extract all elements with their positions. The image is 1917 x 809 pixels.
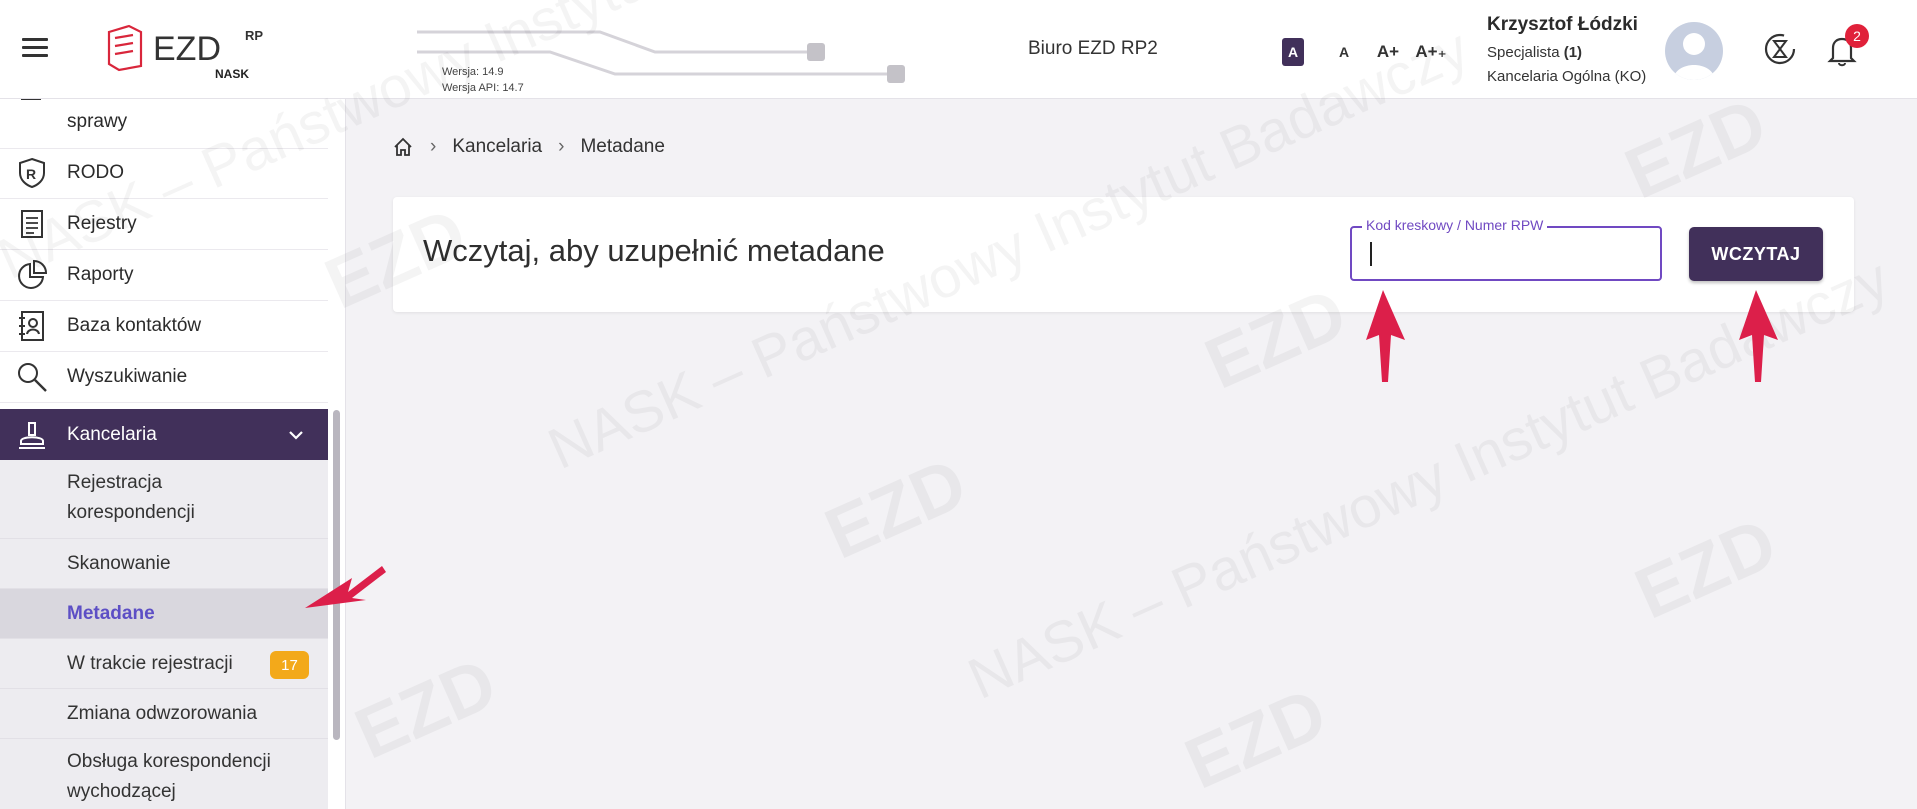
home-icon[interactable] xyxy=(392,136,414,158)
font-size-xlarge-button[interactable]: A+₊ xyxy=(1413,38,1449,66)
breadcrumb: › Kancelaria › Metadane xyxy=(392,136,665,158)
sidebar-subitem-obsluga[interactable]: Obsługa korespondencji wychodzącej xyxy=(0,739,328,809)
load-metadata-card: Wczytaj, aby uzupełnić metadane Kod kres… xyxy=(393,197,1854,312)
document-list-icon xyxy=(16,208,48,240)
svg-text:R: R xyxy=(26,166,36,182)
session-timer-icon[interactable] xyxy=(1763,32,1797,66)
sidebar-item-raporty[interactable]: Raporty xyxy=(0,250,328,301)
font-size-default-button[interactable]: A xyxy=(1282,38,1304,66)
sidebar-item-rejestry[interactable]: Rejestry xyxy=(0,199,328,250)
sidebar-item-label: sprawy xyxy=(67,111,128,132)
chevron-down-icon[interactable] xyxy=(285,424,307,446)
sidebar: sprawy R RODO Rejestry Raporty Baza kont… xyxy=(0,99,346,809)
version-label: Wersja: 14.9 xyxy=(442,66,504,78)
user-silhouette-icon xyxy=(1673,33,1715,80)
sidebar-subitem-label: Obsługa korespondencji xyxy=(67,751,271,772)
watermark-text: EZD xyxy=(1624,503,1788,635)
breadcrumb-item-metadane: Metadane xyxy=(580,136,665,157)
sidebar-item-label: Rejestry xyxy=(67,213,137,234)
page-title: Wczytaj, aby uzupełnić metadane xyxy=(423,233,885,268)
sidebar-item-label: Wyszukiwanie xyxy=(67,366,188,387)
svg-text:NASK: NASK xyxy=(215,67,249,81)
sidebar-item-rodo[interactable]: R RODO xyxy=(0,148,328,199)
sidebar-item-label: Kancelaria xyxy=(67,423,157,445)
svg-text:EZD: EZD xyxy=(153,30,221,68)
sidebar-item-label: Baza kontaktów xyxy=(67,315,202,336)
watermark-text: EZD xyxy=(1174,673,1338,805)
font-size-large-button[interactable]: A+ xyxy=(1373,38,1403,66)
barcode-rpw-input[interactable]: Kod kreskowy / Numer RPW xyxy=(1350,217,1662,281)
search-icon xyxy=(16,361,48,393)
watermark-text: NASK – Państwowy Instytut Badawczy xyxy=(959,246,1898,712)
pie-chart-icon xyxy=(16,259,48,291)
document-icon xyxy=(21,99,41,100)
sidebar-subitem-rejestracja[interactable]: Rejestracja korespondencji xyxy=(0,460,328,539)
hamburger-menu-icon[interactable] xyxy=(22,38,48,60)
shield-r-icon: R xyxy=(16,157,48,189)
breadcrumb-separator: › xyxy=(430,136,437,157)
barcode-rpw-label: Kod kreskowy / Numer RPW xyxy=(1362,217,1548,233)
sidebar-subitem-label: Metadane xyxy=(67,603,155,624)
sidebar-item-label: RODO xyxy=(67,162,124,183)
breadcrumb-separator: › xyxy=(558,136,565,157)
stamp-icon xyxy=(16,419,48,451)
load-button[interactable]: WCZYTAJ xyxy=(1689,227,1823,281)
sidebar-subitem-label: Rejestracja xyxy=(67,472,163,493)
user-role[interactable]: Specjalista (1) xyxy=(1487,44,1582,61)
sidebar-subitem-zmiana[interactable]: Zmiana odwzorowania xyxy=(0,689,328,739)
sidebar-item-partial[interactable]: sprawy xyxy=(0,99,328,149)
api-version-label: Wersja API: 14.7 xyxy=(442,82,524,94)
office-name: Biuro EZD RP2 xyxy=(1028,38,1158,59)
sidebar-subitem-label: Zmiana odwzorowania xyxy=(67,703,258,724)
sidebar-scrollbar[interactable] xyxy=(333,410,340,740)
user-name[interactable]: Krzysztof Łódzki xyxy=(1487,14,1638,36)
ezd-rp-logo[interactable]: EZD RP NASK xyxy=(105,22,275,82)
sidebar-subitem-label: W trakcie rejestracji xyxy=(67,653,233,674)
watermark-text: EZD xyxy=(344,643,508,775)
sidebar-item-kancelaria[interactable]: Kancelaria xyxy=(0,409,328,460)
user-role-count: (1) xyxy=(1563,44,1583,61)
font-size-normal-button[interactable]: A xyxy=(1333,38,1355,66)
notification-badge[interactable]: 2 xyxy=(1845,24,1869,48)
breadcrumb-item-kancelaria[interactable]: Kancelaria xyxy=(452,136,542,158)
user-role-label: Specjalista xyxy=(1487,44,1560,61)
sidebar-subitem-label: Skanowanie xyxy=(67,553,171,574)
sidebar-subitem-w-trakcie[interactable]: W trakcie rejestracji 17 xyxy=(0,639,328,689)
svg-text:RP: RP xyxy=(245,28,263,43)
sidebar-subitem-label: wychodzącej xyxy=(67,781,176,802)
avatar[interactable] xyxy=(1665,22,1723,80)
sidebar-item-label: Raporty xyxy=(67,264,134,285)
sidebar-subitem-label: korespondencji xyxy=(67,502,195,523)
user-department: Kancelaria Ogólna (KO) xyxy=(1487,68,1647,85)
watermark-text: EZD xyxy=(814,443,978,575)
top-header: EZD RP NASK Wersja: 14.9 Wersja API: 14.… xyxy=(0,0,1917,99)
count-badge: 17 xyxy=(270,651,309,679)
sidebar-item-kontakty[interactable]: Baza kontaktów xyxy=(0,301,328,352)
watermark-text: EZD xyxy=(1614,83,1778,215)
sidebar-subitem-metadane[interactable]: Metadane xyxy=(0,589,328,639)
contact-book-icon xyxy=(16,310,48,342)
text-caret xyxy=(1370,242,1372,266)
sidebar-item-wyszukiwanie[interactable]: Wyszukiwanie xyxy=(0,352,328,403)
sidebar-subitem-skanowanie[interactable]: Skanowanie xyxy=(0,539,328,589)
